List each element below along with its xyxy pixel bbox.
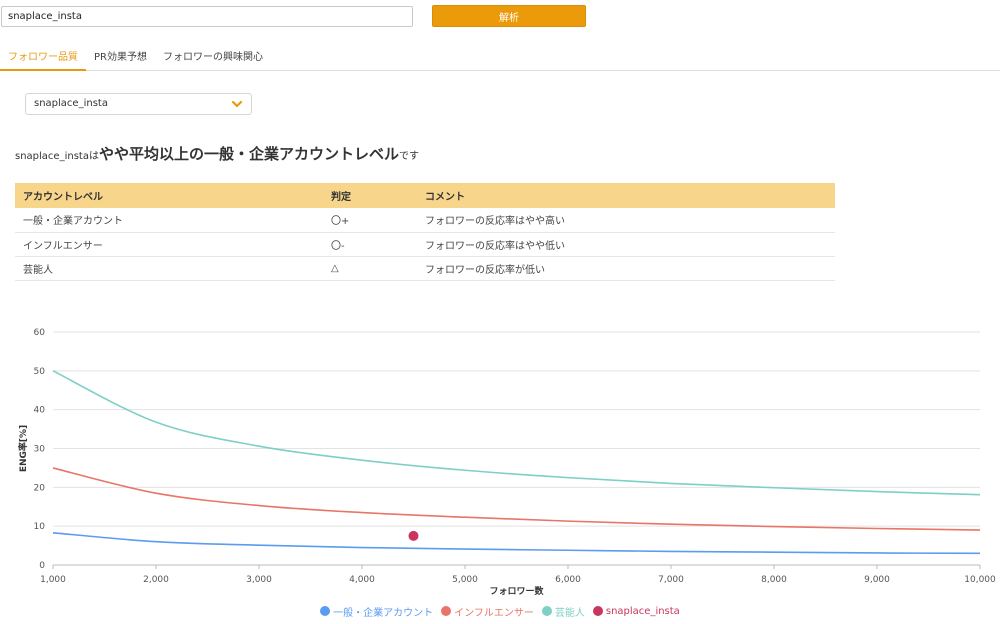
legend-marker: [441, 606, 452, 616]
account-level-table: アカウントレベル 判定 コメント 一般・企業アカウント 〇+ フォロワーの反応率…: [15, 183, 835, 281]
legend-marker: [592, 606, 603, 616]
chevron-down-icon: [231, 100, 243, 108]
legend-label: 芸能人: [554, 607, 585, 619]
legend-item[interactable]: 芸能人: [541, 604, 585, 619]
cell-judgement: △: [323, 256, 417, 281]
cell-comment: フォロワーの反応率はやや高い: [417, 208, 835, 233]
series-line-1: [52, 467, 981, 531]
x-tick-label: 8,000: [761, 575, 787, 585]
header-judgement: 判定: [323, 183, 417, 208]
headline-suffix: です: [398, 151, 419, 162]
y-tick-label: 40: [34, 406, 46, 416]
x-axis-title: フォロワー数: [489, 585, 544, 597]
series-line-2: [52, 370, 981, 496]
x-tick-label: 4,000: [349, 575, 375, 585]
legend-item[interactable]: snaplace_insta: [592, 605, 680, 617]
x-tick-label: 1,000: [40, 575, 66, 585]
x-tick-label: 5,000: [452, 575, 478, 585]
y-tick-label: 0: [39, 561, 45, 571]
legend-label: インフルエンサー: [454, 607, 534, 619]
legend-item[interactable]: インフルエンサー: [441, 604, 534, 619]
x-tick-label: 3,000: [246, 575, 272, 585]
cell-account-level: 一般・企業アカウント: [15, 208, 323, 233]
cell-judgement: 〇+: [323, 208, 417, 233]
cell-judgement: 〇-: [323, 232, 417, 257]
cell-comment: フォロワーの反応率が低い: [417, 256, 835, 281]
tab-follower-quality[interactable]: フォロワー品質: [0, 46, 86, 71]
search-input[interactable]: [1, 6, 413, 27]
x-tick-label: 6,000: [555, 575, 581, 585]
x-tick-label: 10,000: [964, 575, 996, 585]
headline-level: やや平均以上の一般・企業アカウントレベル: [98, 145, 399, 163]
tab-pr-effect[interactable]: PR効果予想: [86, 46, 155, 71]
tab-bar: フォロワー品質 PR効果予想 フォロワーの興味関心: [0, 46, 1000, 71]
table-row: インフルエンサー 〇- フォロワーの反応率はやや低い: [15, 232, 835, 257]
x-tick-label: 7,000: [658, 575, 684, 585]
engagement-chart: 0 10 20 30 40 50 60 1,000 2,000 3,000 4,000 5,000 6,…: [17, 328, 996, 597]
account-select[interactable]: snaplace_insta: [25, 93, 252, 115]
cell-account-level: インフルエンサー: [15, 232, 323, 257]
x-tick-label: 2,000: [143, 575, 169, 585]
series-line-0: [52, 531, 981, 555]
x-tick-label: 9,000: [864, 575, 890, 585]
headline-account: snaplace_insta: [15, 151, 89, 162]
table-header-row: アカウントレベル 判定 コメント: [15, 183, 835, 208]
quality-headline: snaplace_instaはやや平均以上の一般・企業アカウントレベルです: [15, 143, 419, 164]
header-account-level: アカウントレベル: [15, 183, 323, 208]
headline-particle: は: [88, 151, 99, 162]
y-tick-label: 50: [34, 367, 46, 377]
tab-follower-interests[interactable]: フォロワーの興味関心: [155, 46, 271, 71]
y-tick-label: 30: [34, 445, 46, 455]
account-select-value: snaplace_insta: [34, 98, 108, 109]
y-tick-label: 60: [34, 328, 46, 338]
header-comment: コメント: [417, 183, 835, 208]
cell-comment: フォロワーの反応率はやや低い: [417, 232, 835, 257]
y-tick-label: 20: [34, 483, 46, 493]
legend-label: snaplace_insta: [605, 605, 680, 617]
app-root: 解析 フォロワー品質 PR効果予想 フォロワーの興味関心 snaplace_in…: [0, 0, 1000, 624]
legend-label: 一般・企業アカウント: [333, 607, 434, 619]
legend-marker: [320, 606, 331, 616]
y-axis-title: ENG率[%]: [17, 425, 29, 472]
chart-legend: 一般・企業アカウント インフルエンサー 芸能人 snaplace_insta: [0, 602, 1000, 620]
y-tick-label: 10: [34, 522, 46, 532]
account-point: [408, 530, 419, 541]
table-row: 芸能人 △ フォロワーの反応率が低い: [15, 256, 835, 281]
table-row: 一般・企業アカウント 〇+ フォロワーの反応率はやや高い: [15, 208, 835, 233]
cell-account-level: 芸能人: [15, 256, 323, 281]
analyze-button[interactable]: 解析: [432, 5, 586, 27]
legend-marker: [541, 606, 552, 616]
legend-item[interactable]: 一般・企業アカウント: [320, 604, 433, 619]
